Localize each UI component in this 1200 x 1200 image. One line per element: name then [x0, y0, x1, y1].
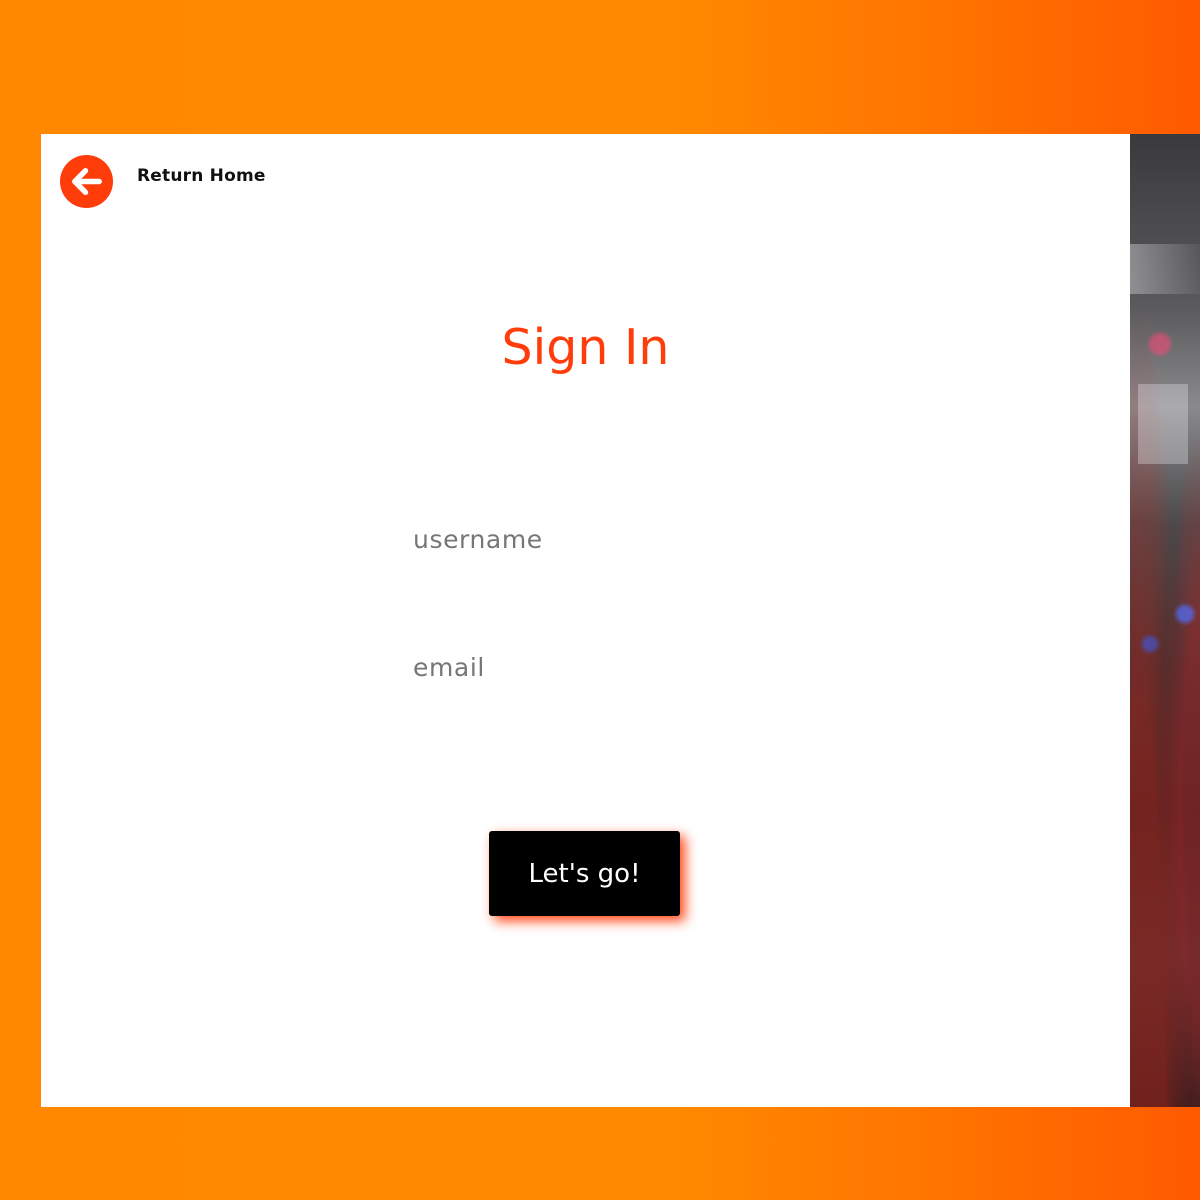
- sign-in-card: Return Home Sign In Let's go!: [41, 134, 1130, 1107]
- username-input[interactable]: [413, 517, 833, 561]
- background-photo: [1130, 134, 1200, 1107]
- page-title-text: Sign In: [501, 319, 670, 376]
- page-title: Sign In: [41, 319, 1130, 376]
- submit-button[interactable]: Let's go!: [489, 831, 680, 916]
- email-input[interactable]: [413, 645, 833, 689]
- return-home-label[interactable]: Return Home: [137, 166, 266, 186]
- return-home-link[interactable]: Return Home: [59, 154, 266, 209]
- photo-highlight: [1138, 384, 1188, 464]
- arrow-left-circle-icon[interactable]: [59, 154, 114, 209]
- photo-highlight: [1130, 244, 1200, 294]
